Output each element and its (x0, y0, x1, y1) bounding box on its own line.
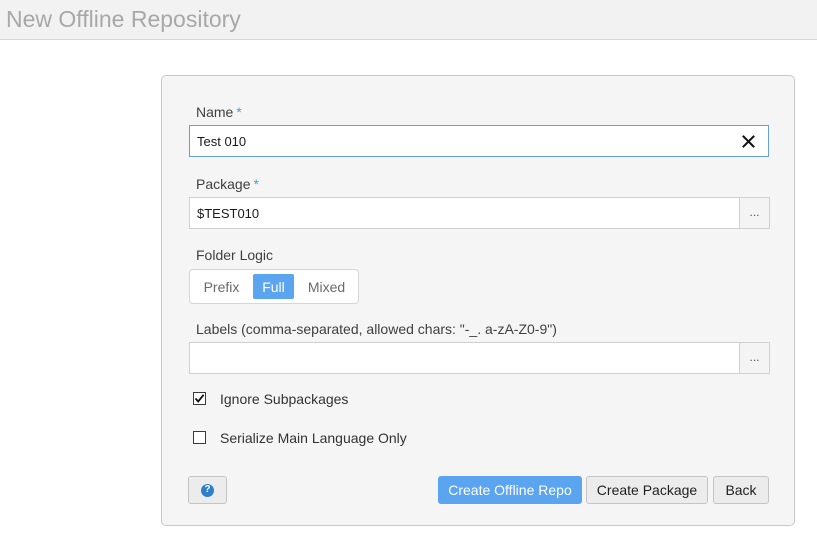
folder-logic-option-prefix[interactable]: Prefix (195, 274, 248, 299)
package-value-help-button[interactable]: ... (740, 197, 770, 229)
question-circle-icon: ? (201, 483, 214, 497)
package-value-help-glyph: ... (749, 205, 760, 219)
folder-logic-segmented-control: Prefix Full Mixed (189, 269, 359, 304)
page-title: New Offline Repository (6, 6, 241, 32)
serialize-main-language-label[interactable]: Serialize Main Language Only (220, 429, 407, 447)
labels-label: Labels (comma-separated, allowed chars: … (196, 321, 557, 337)
serialize-main-language-checkbox[interactable] (193, 431, 206, 444)
page-header: New Offline Repository (0, 0, 817, 40)
folder-logic-label: Folder Logic (196, 247, 274, 263)
name-required-mark: * (236, 104, 242, 120)
folder-logic-option-full[interactable]: Full (253, 274, 294, 299)
create-package-button[interactable]: Create Package (586, 476, 708, 504)
package-input[interactable] (189, 197, 740, 229)
labels-value-help-glyph: ... (749, 350, 760, 364)
package-label: Package * (196, 175, 259, 193)
package-label-text: Package (196, 176, 251, 192)
labels-input[interactable] (189, 342, 740, 374)
ignore-subpackages-label[interactable]: Ignore Subpackages (220, 390, 348, 408)
labels-value-help-button[interactable]: ... (740, 342, 770, 374)
back-button[interactable]: Back (713, 476, 769, 504)
package-required-mark: * (253, 176, 259, 192)
name-input[interactable] (189, 125, 769, 157)
repository-form-panel: Name* Package* ... Folder Logic Prefix F… (161, 75, 795, 526)
create-offline-repo-button[interactable]: Create Offline Repo (438, 476, 582, 504)
name-label: Name * (196, 103, 242, 121)
close-icon[interactable] (733, 126, 763, 156)
help-button[interactable]: ? (188, 476, 227, 504)
checkmark-icon (194, 394, 205, 403)
name-label-text: Name (196, 104, 234, 120)
ignore-subpackages-checkbox[interactable] (193, 392, 206, 405)
folder-logic-option-mixed[interactable]: Mixed (299, 274, 354, 299)
